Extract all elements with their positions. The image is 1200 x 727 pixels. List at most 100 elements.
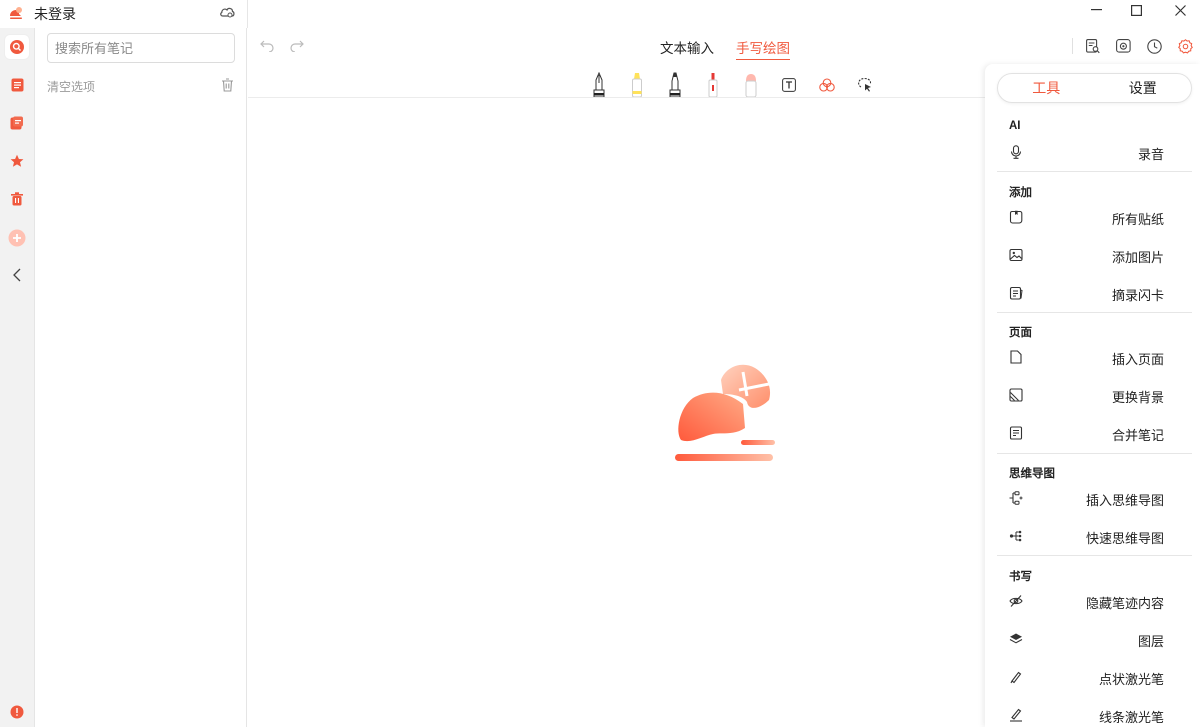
- panel-item-label: 线条激光笔: [1098, 710, 1164, 725]
- close-icon: [1174, 4, 1186, 16]
- minimize-button[interactable]: [1076, 0, 1116, 20]
- note-search-button[interactable]: [1082, 36, 1103, 56]
- notes-list-icon: [11, 78, 23, 92]
- panel-item-change-background[interactable]: 更换背景: [985, 380, 1192, 410]
- section-title-writing: 书写: [1009, 571, 1032, 583]
- mode-tabs: 文本输入 手写绘图: [660, 37, 790, 60]
- panel-item-label: 快速思维导图: [1085, 531, 1164, 546]
- panel-item-hide-ink[interactable]: 隐藏笔迹内容: [985, 586, 1192, 616]
- highlighter-tool[interactable]: [626, 70, 648, 98]
- highlighter-icon: [632, 73, 642, 98]
- minimize-icon: [1090, 9, 1102, 11]
- panel-item-flashcards[interactable]: 摘录闪卡: [985, 278, 1192, 308]
- note-list-panel: 清空选项: [35, 28, 247, 727]
- undo-icon[interactable]: [260, 40, 274, 52]
- panel-item-label: 所有贴纸: [1111, 212, 1164, 227]
- tab-text-input[interactable]: 文本输入: [660, 37, 714, 60]
- rail-trash-button[interactable]: [5, 187, 29, 211]
- app-logo-icon: [7, 4, 25, 22]
- background-icon: [1009, 388, 1023, 402]
- screenshot-button[interactable]: [1113, 36, 1134, 56]
- camera-icon: [1116, 39, 1131, 53]
- sticker-icon: [1009, 210, 1023, 224]
- title-bar: 未登录: [0, 0, 1200, 28]
- rail-alert-button[interactable]: [5, 700, 29, 724]
- drawing-toolbar: [588, 68, 876, 98]
- panel-item-laser-dot[interactable]: 点状激光笔: [985, 662, 1192, 692]
- lasso-tool[interactable]: [854, 70, 876, 98]
- app-title: 未登录: [34, 6, 76, 22]
- panel-item-label: 点状激光笔: [1098, 672, 1164, 687]
- app-window: 未登录 搜索所有笔记 清空选项 文本输入 手写绘图 工具 设置 AI 录音 添加…: [0, 0, 1200, 727]
- search-input[interactable]: [47, 33, 235, 63]
- rail-add-button[interactable]: [5, 226, 29, 250]
- fountain-pen-icon: [593, 72, 605, 98]
- panel-item-label: 图层: [1137, 634, 1164, 649]
- panel-item-label: 合并笔记: [1111, 428, 1164, 443]
- panel-item-label: 插入页面: [1111, 352, 1164, 367]
- rail-notebook-button[interactable]: [5, 111, 29, 135]
- title-separator: [247, 0, 248, 28]
- panel-item-record[interactable]: 录音: [985, 137, 1192, 167]
- history-button[interactable]: [1144, 36, 1165, 56]
- maximize-icon: [1130, 4, 1142, 16]
- segment-settings[interactable]: 设置: [1095, 74, 1192, 102]
- section-title-page: 页面: [1009, 327, 1032, 339]
- panel-item-label: 添加图片: [1111, 250, 1164, 265]
- clear-selection-label[interactable]: 清空选项: [47, 78, 95, 95]
- eye-off-icon: [1009, 595, 1023, 607]
- shapes-tool[interactable]: [816, 70, 838, 98]
- text-box-icon: [782, 78, 796, 92]
- eraser-icon: [745, 74, 757, 98]
- marker-tool[interactable]: [702, 70, 724, 98]
- redo-icon[interactable]: [290, 40, 304, 52]
- panel-item-label: 录音: [1137, 147, 1164, 162]
- microphone-icon: [1010, 145, 1022, 159]
- segment-tools[interactable]: 工具: [998, 74, 1095, 102]
- panel-item-laser-line[interactable]: 线条激光笔: [985, 700, 1192, 727]
- flashcard-icon: [1009, 286, 1023, 300]
- clear-trash-icon[interactable]: [221, 78, 234, 92]
- rail-notes-button[interactable]: [5, 73, 29, 97]
- panel-item-insert-page[interactable]: 插入页面: [985, 342, 1192, 372]
- panel-item-merge-notes[interactable]: 合并笔记: [985, 418, 1192, 448]
- panel-item-layers[interactable]: 图层: [985, 624, 1192, 654]
- pen-icon: [669, 72, 681, 98]
- panel-item-insert-mindmap[interactable]: 插入思维导图: [985, 483, 1192, 513]
- section-title-mindmap: 思维导图: [1009, 468, 1055, 480]
- panel-item-stickers[interactable]: 所有贴纸: [985, 202, 1192, 232]
- tab-handwriting[interactable]: 手写绘图: [736, 37, 790, 60]
- section-divider: [997, 312, 1192, 313]
- editor-top-actions: [1082, 36, 1196, 56]
- cloud-sync-icon[interactable]: [219, 5, 236, 19]
- pen-tool[interactable]: [664, 70, 686, 98]
- settings-button[interactable]: [1175, 36, 1196, 56]
- panel-item-label: 更换背景: [1111, 390, 1164, 405]
- search-icon: [10, 40, 24, 54]
- toolbar-separator: [1072, 38, 1073, 54]
- eraser-tool[interactable]: [740, 70, 762, 98]
- panel-item-quick-mindmap[interactable]: 快速思维导图: [985, 521, 1192, 551]
- section-title-add: 添加: [1009, 187, 1032, 199]
- star-icon: [10, 154, 24, 167]
- rail-collapse-button[interactable]: [5, 263, 29, 287]
- alert-icon: [10, 705, 24, 719]
- page-icon: [1010, 350, 1022, 364]
- text-box-tool[interactable]: [778, 70, 800, 98]
- notebook-icon: [10, 116, 23, 130]
- maximize-button[interactable]: [1116, 0, 1156, 20]
- trash-icon: [11, 192, 23, 206]
- note-search-icon: [1085, 38, 1100, 53]
- section-title-ai: AI: [1009, 120, 1021, 132]
- rail-search-button[interactable]: [5, 35, 29, 59]
- fountain-pen-tool[interactable]: [588, 70, 610, 98]
- panel-item-add-image[interactable]: 添加图片: [985, 240, 1192, 270]
- left-rail: [0, 28, 35, 727]
- panel-item-label: 摘录闪卡: [1111, 288, 1164, 303]
- tools-panel: 工具 设置 AI 录音 添加 所有贴纸 添加图片 摘录闪卡 页面 插入页面 更换…: [985, 64, 1200, 727]
- section-divider: [997, 171, 1192, 172]
- close-button[interactable]: [1160, 0, 1200, 20]
- rail-favorites-button[interactable]: [5, 149, 29, 173]
- mindmap-quick-icon: [1009, 530, 1022, 542]
- gear-icon: [1178, 38, 1193, 53]
